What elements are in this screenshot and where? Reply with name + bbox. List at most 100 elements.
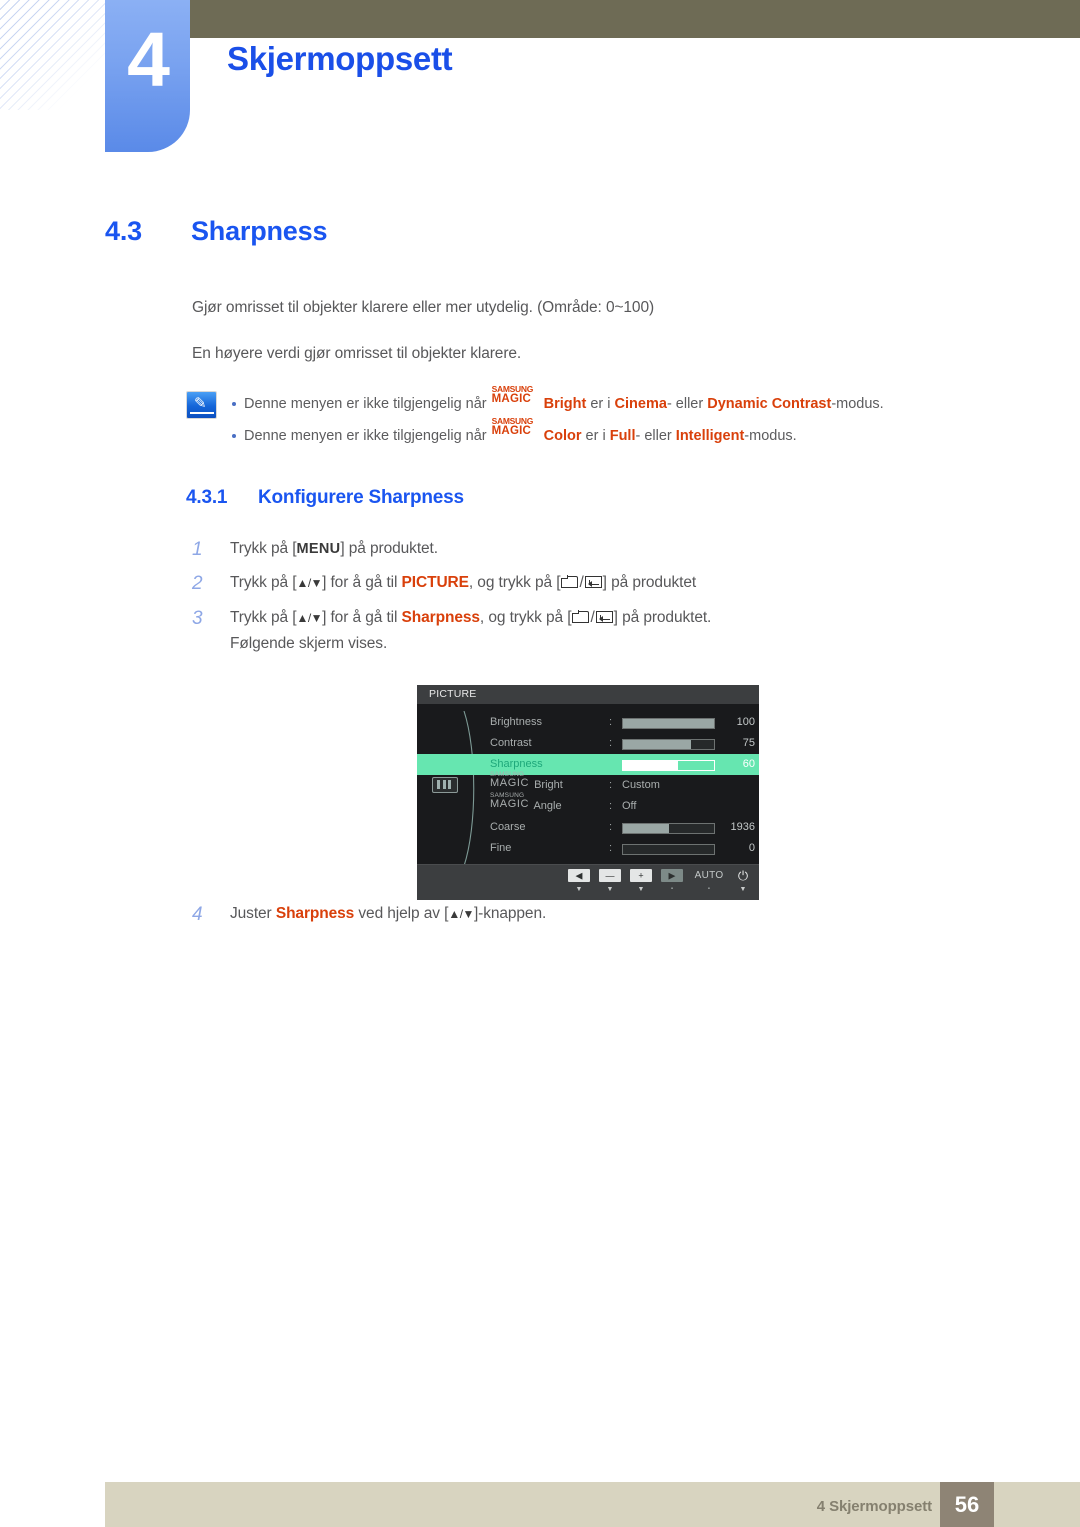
auto-button[interactable]: AUTO ▪	[692, 869, 726, 893]
step-text: Trykk på [MENU] på produktet.	[192, 540, 438, 558]
osd-value: Custom	[622, 779, 660, 791]
step-number: 3	[192, 608, 203, 629]
step-target-label: PICTURE	[401, 574, 469, 591]
magic-bottom-text: MAGIC	[490, 798, 530, 810]
samsung-magic-logo: SAMSUNG MAGIC	[491, 385, 544, 409]
step-mid-text: ] for å gå til	[322, 574, 402, 591]
plus-icon: +	[630, 869, 652, 882]
step-after-text: , og trykk på [	[479, 609, 572, 626]
auto-button-tag: ▪	[707, 886, 711, 892]
note-bullet-2: Denne menyen er ikke tilgjengelig når SA…	[186, 417, 1006, 452]
back-button[interactable]: ◀ ▼	[568, 869, 590, 893]
source-box-icon	[560, 575, 579, 588]
osd-colon: :	[609, 821, 613, 833]
power-icon: ⏻	[737, 868, 749, 883]
osd-slider[interactable]	[622, 717, 715, 729]
note-lead-text: Denne menyen er ikke tilgjengelig når	[244, 428, 487, 444]
updown-arrow-keys-icon: ▲/▼	[448, 907, 474, 921]
osd-label: Brightness	[490, 716, 542, 728]
page-number-badge: 56	[940, 1482, 994, 1527]
section-paragraph-2: En høyere verdi gjør omrisset til objekt…	[192, 345, 522, 362]
auto-label: AUTO	[694, 870, 724, 881]
note-tail-text: -modus.	[831, 396, 884, 412]
power-button-tag: ▼	[739, 886, 747, 893]
minus-glyph: —	[605, 870, 615, 880]
plus-button[interactable]: + ▼	[630, 869, 652, 893]
step-target-label: Sharpness	[401, 609, 480, 626]
osd-row-magicbright[interactable]: SAMSUNG MAGIC Bright : Custom	[417, 771, 759, 796]
osd-colon: :	[609, 842, 613, 854]
osd-button-group: ◀ ▼ — ▼ + ▼ ▶ ▪ AUTO ▪ ⏻ ▼	[568, 869, 751, 893]
note-bullet-1: Denne menyen er ikke tilgjengelig når SA…	[186, 385, 1006, 420]
slash-text: /	[579, 574, 584, 591]
step-pre-text: Juster	[230, 905, 276, 922]
page-footer-bar	[105, 1482, 1080, 1527]
osd-slider[interactable]	[622, 738, 715, 750]
step-followup-text: Følgende skjerm vises.	[230, 635, 388, 652]
minus-button[interactable]: — ▼	[599, 869, 621, 893]
footer-chapter-text: 4 Skjermoppsett	[816, 1498, 932, 1515]
note-mode-2: Intelligent	[675, 428, 745, 444]
note-separator-text: - eller	[666, 396, 708, 412]
osd-slider-fill	[623, 718, 714, 728]
chapter-title: Skjermoppsett	[227, 40, 453, 77]
power-button[interactable]: ⏻ ▼	[735, 869, 751, 893]
note-separator-text: - eller	[635, 428, 676, 444]
osd-slider[interactable]	[622, 759, 715, 771]
subsection-heading: 4.3.1 Konfigurere Sharpness	[186, 487, 464, 509]
note-mid-text: er i	[586, 396, 615, 412]
enter-return-icon	[584, 576, 602, 588]
osd-label-text: Angle	[533, 800, 562, 812]
step-text: Trykk på [▲/▼] for å gå til PICTURE, og …	[192, 574, 696, 592]
section-number: 4.3	[105, 216, 142, 246]
osd-slider-fill	[623, 760, 678, 770]
step-3-followup: Følgende skjerm vises.	[192, 635, 387, 653]
osd-row-sharpness-selected[interactable]: Sharpness : 60	[417, 754, 759, 775]
osd-row-fine[interactable]: Fine : 0	[417, 838, 759, 859]
osd-slider-fill	[623, 739, 692, 749]
osd-menu-screenshot: PICTURE Brightness : 100 Contrast : 75 S…	[417, 685, 759, 900]
note-mode-1: Full	[609, 428, 636, 444]
osd-row-contrast[interactable]: Contrast : 75	[417, 733, 759, 754]
osd-value: 60	[742, 758, 755, 770]
osd-label: Coarse	[490, 821, 526, 833]
magic-bottom-text: MAGIC	[490, 777, 530, 789]
section-title: Sharpness	[191, 216, 328, 246]
enter-button-tag: ▪	[670, 886, 674, 892]
plus-glyph: +	[638, 870, 644, 880]
step-number: 4	[192, 904, 203, 925]
section-paragraph-1: Gjør omrisset til objekter klarere eller…	[192, 299, 655, 316]
osd-row-magicangle[interactable]: SAMSUNG MAGIC Angle : Off	[417, 792, 759, 817]
magic-bottom-text: MAGIC	[491, 425, 531, 437]
minus-button-tag: ▼	[606, 886, 614, 893]
bullet-dot	[232, 402, 236, 406]
enter-button[interactable]: ▶ ▪	[661, 869, 683, 893]
samsung-magic-logo: SAMSUNG MAGIC	[491, 417, 544, 441]
osd-row-list: Brightness : 100 Contrast : 75 Sharpness…	[417, 712, 759, 859]
osd-slider[interactable]	[622, 843, 715, 855]
step-mid-text: ] for å gå til	[322, 609, 402, 626]
enter-glyph: ▶	[668, 870, 676, 880]
step-mid-text: ved hjelp av [	[354, 905, 449, 922]
osd-value: 75	[742, 737, 755, 749]
step-target-label: Sharpness	[275, 905, 355, 922]
enter-icon: ▶	[661, 869, 683, 882]
osd-slider-fill	[623, 823, 669, 833]
note-mode-2: Dynamic Contrast	[707, 396, 832, 412]
osd-value: 0	[748, 842, 755, 854]
osd-colon: :	[609, 779, 613, 791]
osd-row-coarse[interactable]: Coarse : 1936	[417, 817, 759, 838]
step-text: Trykk på [▲/▼] for å gå til Sharpness, o…	[192, 609, 711, 627]
magic-bottom-text: MAGIC	[491, 393, 531, 405]
back-button-tag: ▼	[575, 886, 583, 893]
subsection-title: Konfigurere Sharpness	[258, 487, 464, 508]
back-glyph: ◀	[575, 870, 583, 880]
decorative-hatch-pattern	[0, 0, 108, 110]
source-box-icon	[571, 610, 590, 623]
header-bar	[190, 0, 1080, 38]
osd-slider[interactable]	[622, 822, 715, 834]
step-2: 2 Trykk på [▲/▼] for å gå til PICTURE, o…	[192, 573, 696, 594]
osd-row-brightness[interactable]: Brightness : 100	[417, 712, 759, 733]
step-pre-text: Trykk på [	[230, 540, 297, 557]
step-1: 1 Trykk på [MENU] på produktet.	[192, 539, 438, 560]
